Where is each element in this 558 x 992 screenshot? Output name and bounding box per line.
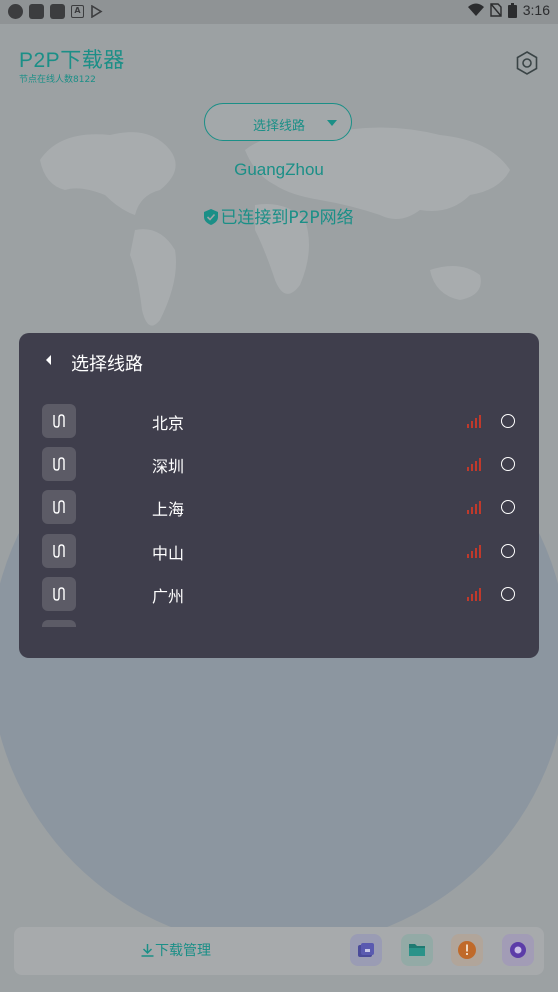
no-sim-icon — [490, 3, 502, 17]
route-select-label: 选择线路 — [253, 119, 306, 134]
route-row-beijing[interactable]: 北京 — [19, 399, 539, 443]
battery-icon — [507, 2, 517, 18]
signal-strength-icon — [467, 588, 481, 601]
download-manager-label: 下载管理 — [155, 943, 211, 959]
route-row-shanghai[interactable]: 上海 — [19, 485, 539, 529]
route-row-chongqing[interactable]: 重庆 — [19, 615, 539, 627]
notification-app-icon — [50, 4, 65, 19]
files-icon — [358, 943, 374, 957]
route-list[interactable]: 北京 深圳 上海 中山 广州 — [19, 395, 539, 627]
route-row-shenzhen[interactable]: 深圳 — [19, 442, 539, 486]
back-arrow-icon[interactable] — [43, 353, 55, 367]
route-radio[interactable] — [501, 414, 515, 428]
wifi-icon — [467, 3, 484, 16]
bottom-bar: 下载管理 — [14, 927, 544, 975]
route-icon — [42, 490, 76, 524]
route-icon — [42, 447, 76, 481]
route-name: 重庆 — [152, 626, 184, 627]
alert-icon — [458, 941, 476, 959]
alert-button[interactable] — [451, 934, 483, 966]
settings-button[interactable] — [502, 934, 534, 966]
route-radio[interactable] — [501, 457, 515, 471]
dialog-title: 选择线路 — [71, 354, 143, 375]
route-radio[interactable] — [501, 500, 515, 514]
route-name: 上海 — [152, 500, 185, 519]
route-radio[interactable] — [501, 544, 515, 558]
route-name: 中山 — [152, 544, 185, 563]
route-icon — [42, 577, 76, 611]
download-icon — [141, 944, 154, 957]
route-icon — [42, 534, 76, 568]
folder-icon — [409, 944, 425, 956]
node-count: 节点在线人数8122 — [19, 75, 96, 85]
gear-icon — [510, 942, 526, 958]
signal-strength-icon — [467, 545, 481, 558]
route-name: 北京 — [152, 414, 185, 433]
route-icon — [42, 620, 76, 627]
route-select-button[interactable]: 选择线路 — [204, 103, 352, 141]
current-city: GuangZhou — [234, 160, 324, 179]
folder-button[interactable] — [401, 934, 433, 966]
route-dialog: 选择线路 北京 深圳 上海 中山 广州 — [19, 333, 539, 658]
signal-strength-icon — [467, 458, 481, 471]
route-icon — [42, 404, 76, 438]
files-button[interactable] — [350, 934, 382, 966]
route-name: 深圳 — [152, 457, 185, 476]
route-row-zhongshan[interactable]: 中山 — [19, 529, 539, 573]
route-name: 广州 — [152, 587, 185, 606]
download-manager-button[interactable]: 下载管理 — [141, 940, 211, 960]
signal-strength-icon — [467, 501, 481, 514]
route-radio[interactable] — [501, 587, 515, 601]
notification-dot-icon — [8, 4, 23, 19]
caret-down-icon — [327, 120, 337, 126]
connection-status-text: 已连接到P2P网络 — [220, 208, 354, 228]
signal-strength-icon — [467, 415, 481, 428]
clock: 3:16 — [522, 2, 550, 18]
shield-check-icon — [204, 209, 219, 225]
status-bar: A 3:16 — [0, 0, 558, 24]
settings-hex-icon[interactable] — [514, 50, 540, 76]
notification-app-icon — [29, 4, 44, 19]
connection-status: 已连接到P2P网络 — [0, 203, 558, 228]
notification-a-icon: A — [71, 5, 84, 18]
play-store-icon — [91, 5, 103, 18]
route-row-guangzhou[interactable]: 广州 — [19, 572, 539, 616]
app-title: P2P下载器 — [19, 49, 125, 72]
